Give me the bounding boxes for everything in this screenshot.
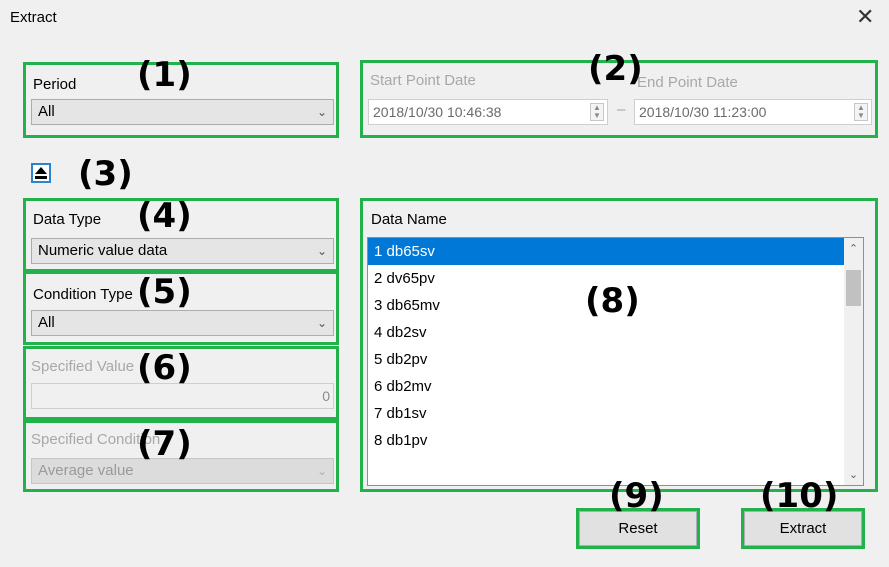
list-item[interactable]: 4 db2sv: [368, 319, 844, 346]
start-date-label: Start Point Date: [370, 72, 476, 89]
spin-arrows-icon[interactable]: ▲ ▼: [590, 103, 604, 121]
data-type-label: Data Type: [33, 211, 102, 228]
close-icon[interactable]: ✕: [856, 4, 874, 30]
chevron-down-icon[interactable]: ⌄: [844, 468, 863, 481]
end-date-value: 2018/10/30 11:23:00: [639, 104, 767, 120]
chevron-down-icon: ⌄: [316, 464, 327, 478]
end-date-label: End Point Date: [637, 74, 738, 91]
start-date-picker[interactable]: 2018/10/30 10:46:38 ▲ ▼: [368, 99, 608, 125]
list-item[interactable]: 8 db1pv: [368, 427, 844, 454]
window-title: Extract: [10, 9, 57, 26]
scrollbar-thumb[interactable]: [846, 270, 861, 306]
range-separator: –: [617, 101, 626, 118]
list-item[interactable]: 1 db65sv: [368, 238, 844, 265]
callout-7: (7): [137, 424, 192, 464]
callout-1: (1): [137, 55, 192, 95]
data-name-label: Data Name: [371, 211, 447, 228]
callout-6: (6): [137, 348, 192, 388]
callout-9: (9): [609, 476, 664, 516]
condition-type-value: All: [38, 314, 55, 331]
chevron-down-icon: ⌄: [316, 105, 327, 119]
data-type-value: Numeric value data: [38, 242, 168, 259]
data-name-list[interactable]: 1 db65sv 2 dv65pv 3 db65mv 4 db2sv 5 db2…: [367, 237, 864, 486]
list-item[interactable]: 7 db1sv: [368, 400, 844, 427]
callout-10: (10): [760, 476, 839, 516]
callout-5: (5): [137, 272, 192, 312]
specified-value-label: Specified Value: [31, 358, 135, 375]
list-scrollbar[interactable]: ⌃ ⌄: [844, 238, 863, 485]
period-value: All: [38, 103, 55, 120]
list-item[interactable]: 5 db2pv: [368, 346, 844, 373]
end-date-picker[interactable]: 2018/10/30 11:23:00 ▲ ▼: [634, 99, 872, 125]
data-type-select[interactable]: Numeric value data ⌄: [31, 238, 334, 264]
callout-3: (3): [78, 154, 133, 194]
condition-type-label: Condition Type: [33, 286, 133, 303]
callout-8: (8): [585, 281, 640, 321]
period-label: Period: [33, 76, 77, 93]
callout-2: (2): [588, 49, 643, 89]
period-select[interactable]: All ⌄: [31, 99, 334, 125]
spin-arrows-icon[interactable]: ▲ ▼: [854, 103, 868, 121]
start-date-value: 2018/10/30 10:46:38: [373, 104, 502, 120]
condition-type-select[interactable]: All ⌄: [31, 310, 334, 336]
list-item[interactable]: 6 db2mv: [368, 373, 844, 400]
chevron-down-icon: ⌄: [316, 316, 327, 330]
callout-4: (4): [137, 196, 192, 236]
collapse-button[interactable]: [31, 163, 51, 183]
eject-icon: [35, 167, 47, 174]
chevron-up-icon[interactable]: ⌃: [844, 242, 863, 255]
chevron-down-icon: ⌄: [316, 244, 327, 258]
specified-condition-value: Average value: [38, 462, 134, 479]
